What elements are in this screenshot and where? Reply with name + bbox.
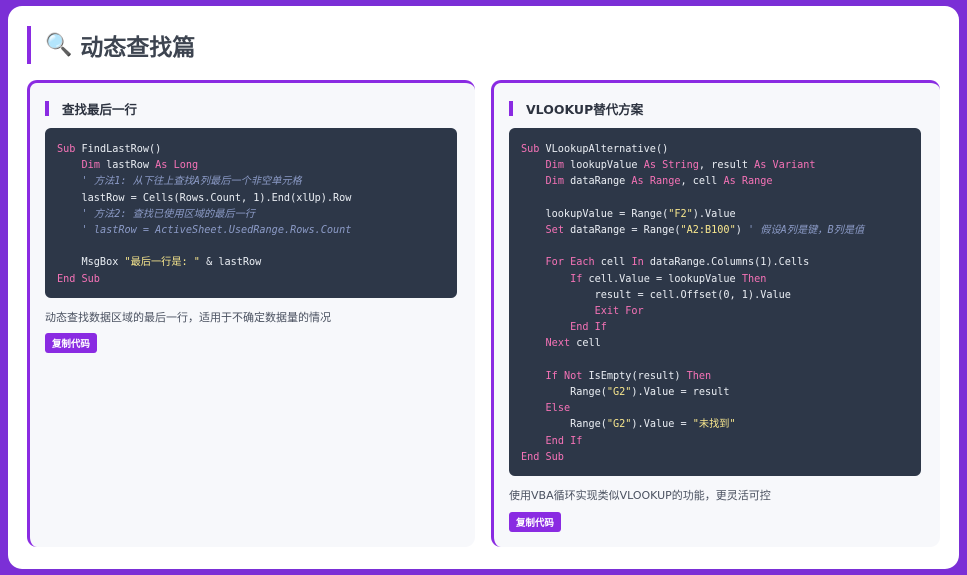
- snippet-card-vlookup: VLOOKUP替代方案 Sub VLookupAlternative() Dim…: [491, 80, 940, 547]
- code-block[interactable]: Sub FindLastRow() Dim lastRow As Long ' …: [45, 128, 457, 298]
- card-title: 查找最后一行: [45, 101, 137, 117]
- card-description: 使用VBA循环实现类似VLOOKUP的功能，更灵活可控: [509, 489, 771, 502]
- page-frame: 🔍 动态查找篇 查找最后一行 Sub FindLastRow() Dim las…: [8, 6, 959, 569]
- card-title: VLOOKUP替代方案: [509, 101, 643, 117]
- card-description: 动态查找数据区域的最后一行，适用于不确定数据量的情况: [45, 311, 331, 324]
- code-block[interactable]: Sub VLookupAlternative() Dim lookupValue…: [509, 128, 921, 476]
- snippet-card-last-row: 查找最后一行 Sub FindLastRow() Dim lastRow As …: [27, 80, 475, 547]
- page-title: 动态查找篇: [80, 35, 196, 61]
- search-icon: 🔍: [45, 32, 73, 58]
- copy-code-button[interactable]: 复制代码: [45, 333, 98, 353]
- copy-code-button[interactable]: 复制代码: [509, 512, 562, 532]
- page-header: 🔍 动态查找篇: [27, 26, 195, 64]
